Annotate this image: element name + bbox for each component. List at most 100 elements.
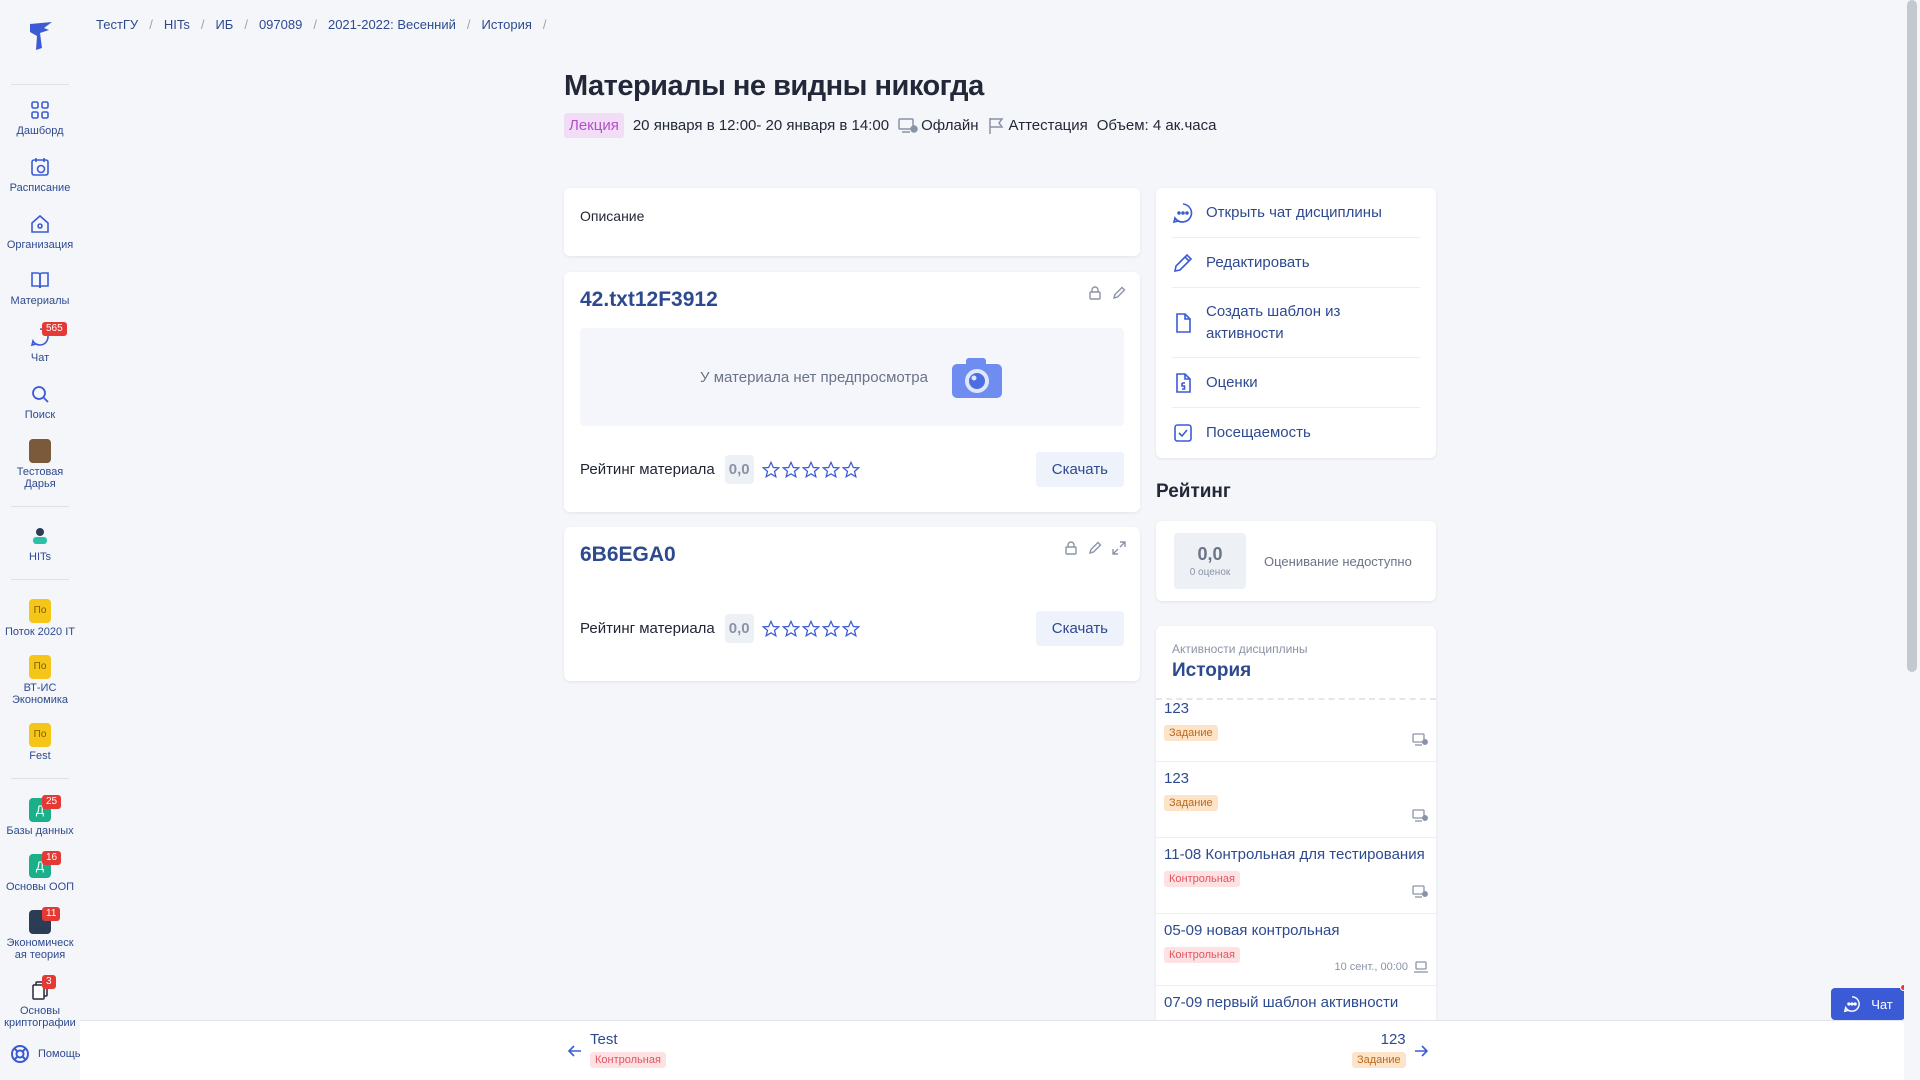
activity-item[interactable]: 05-09 новая контрольная Контрольная 10 с…	[1156, 914, 1436, 986]
star-rating[interactable]	[761, 619, 860, 638]
sidebar-item-group[interactable]: По ВТ-ИС Экономика	[0, 655, 80, 706]
sidebar-item-search[interactable]: Поиск	[0, 383, 80, 421]
activity-name[interactable]: 123	[1164, 700, 1428, 717]
checkbox-icon	[1174, 424, 1192, 442]
sidebar-item-label: Расписание	[9, 182, 71, 194]
rating-value: 0,0	[724, 614, 754, 643]
activity-name[interactable]: 11-08 Контрольная для тестирования	[1164, 838, 1428, 863]
breadcrumb-item[interactable]: 2021-2022: Весенний	[328, 17, 456, 32]
lock-icon[interactable]	[1088, 286, 1102, 305]
grade-file-icon	[1176, 372, 1191, 393]
star-icon[interactable]	[761, 619, 780, 638]
activity-item[interactable]: 123 Задание	[1156, 762, 1436, 838]
camera-icon	[951, 358, 1002, 398]
org-avatar	[29, 525, 51, 547]
activities-title[interactable]: История	[1172, 660, 1420, 682]
expand-icon[interactable]	[1112, 541, 1126, 560]
chat-bubble-icon	[1844, 996, 1861, 1013]
star-icon[interactable]	[801, 460, 820, 479]
logo-icon[interactable]	[22, 18, 58, 54]
group-avatar: По	[29, 599, 51, 623]
sidebar-item-course[interactable]: 3 Основы криптографии	[0, 975, 80, 1029]
breadcrumb-item[interactable]: История	[482, 17, 532, 32]
arrow-right-icon	[1414, 1045, 1428, 1057]
star-icon[interactable]	[821, 619, 840, 638]
star-icon[interactable]	[821, 460, 840, 479]
download-button[interactable]: Скачать	[1035, 611, 1124, 646]
activity-name[interactable]: 05-09 новая контрольная	[1164, 914, 1428, 939]
activity-mode: Офлайн	[921, 117, 979, 134]
edit-button[interactable]: Редактировать	[1172, 238, 1420, 288]
activity-item[interactable]: 123 Задание	[1156, 700, 1436, 762]
sidebar-item-materials[interactable]: Материалы	[0, 269, 80, 307]
sidebar-item-label: Базы данных	[6, 825, 74, 837]
star-icon[interactable]	[841, 460, 860, 479]
prev-activity-kind: Контрольная	[590, 1052, 666, 1068]
breadcrumb-item[interactable]: ИБ	[215, 17, 233, 32]
divider	[11, 579, 69, 580]
rating-label: Рейтинг материала	[580, 620, 715, 637]
material-preview: У материала нет предпросмотра	[580, 328, 1124, 426]
activity-name[interactable]: 07-09 первый шаблон активности	[1164, 986, 1428, 1011]
material-card: 6B6EGA0 Рейтинг материала 0,0 Скачать	[564, 527, 1140, 681]
activity-kind-badge: Задание	[1164, 725, 1218, 741]
schedule-icon	[29, 156, 51, 178]
rating-heading: Рейтинг	[1156, 481, 1231, 502]
prev-activity-name[interactable]: Test	[590, 1031, 666, 1048]
sidebar-item-org[interactable]: HITs	[0, 525, 80, 563]
breadcrumb-item[interactable]: ТестГУ	[96, 17, 138, 32]
sidebar-item-organization[interactable]: Организация	[0, 213, 80, 251]
activity-item[interactable]: 11-08 Контрольная для тестирования Контр…	[1156, 838, 1436, 914]
sidebar-item-schedule[interactable]: Расписание	[0, 156, 80, 194]
activity-kind-badge: Задание	[1164, 795, 1218, 811]
sidebar-item-course[interactable]: 11 Экономическ ая теория	[0, 907, 80, 961]
score-value: 0,0	[1197, 544, 1223, 564]
create-template-button[interactable]: Создать шаблон из активности	[1172, 288, 1420, 358]
sidebar-item-course[interactable]: Д 25 Базы данных	[0, 795, 80, 837]
activity-kind-badge: Контрольная	[1164, 871, 1240, 887]
activity-date: 10 сент., 00:00	[1334, 961, 1409, 973]
next-activity-name[interactable]: 123	[1352, 1031, 1406, 1048]
attendance-button[interactable]: Посещаемость	[1172, 408, 1420, 458]
sidebar-item-profile[interactable]: Тестовая Дарья	[0, 439, 80, 490]
grades-button[interactable]: Оценки	[1172, 358, 1420, 408]
next-activity-link[interactable]: 123 Задание	[1352, 1031, 1428, 1068]
star-icon[interactable]	[761, 460, 780, 479]
scrollbar-thumb[interactable]	[1907, 0, 1917, 672]
sidebar-item-dashboard[interactable]: Дашборд	[0, 99, 80, 137]
sidebar-item-label: Поток 2020 IT	[5, 626, 75, 638]
next-activity-kind: Задание	[1352, 1052, 1406, 1068]
help-button[interactable]: Помощь	[10, 1044, 81, 1064]
chat-badge: 565	[42, 322, 67, 336]
sidebar-item-label: Основы ООП	[5, 881, 75, 893]
preview-empty-text: У материала нет предпросмотра	[700, 368, 928, 386]
star-icon[interactable]	[781, 619, 800, 638]
course-badge: 25	[42, 795, 62, 809]
score-count: 0 оценок	[1189, 567, 1231, 578]
sidebar-item-group[interactable]: По Fest	[0, 723, 80, 762]
sidebar-item-course[interactable]: Д 16 Основы ООП	[0, 851, 80, 893]
breadcrumb-item[interactable]: HITs	[164, 17, 190, 32]
sidebar-item-group[interactable]: По Поток 2020 IT	[0, 599, 80, 638]
activity-name[interactable]: 123	[1164, 762, 1428, 787]
lock-icon[interactable]	[1064, 541, 1078, 560]
star-icon[interactable]	[801, 619, 820, 638]
pencil-icon[interactable]	[1088, 541, 1102, 560]
prev-activity-link[interactable]: Test Контрольная	[568, 1031, 666, 1068]
page-scrollbar[interactable]	[1904, 0, 1920, 1080]
sidebar-item-chat[interactable]: 565 Чат	[0, 322, 80, 364]
download-button[interactable]: Скачать	[1035, 452, 1124, 487]
pencil-icon[interactable]	[1112, 286, 1126, 305]
offline-icon	[1412, 733, 1428, 746]
material-title[interactable]: 6B6EGA0	[580, 543, 1124, 567]
course-badge: 3	[42, 975, 56, 989]
description-card: Описание	[564, 188, 1140, 256]
sidebar-item-label: Экономическ ая теория	[6, 937, 74, 961]
star-icon[interactable]	[781, 460, 800, 479]
chat-float-button[interactable]: Чат	[1831, 988, 1905, 1020]
open-chat-button[interactable]: Открыть чат дисциплины	[1172, 188, 1420, 238]
material-title[interactable]: 42.txt12F3912	[580, 288, 1124, 312]
star-rating[interactable]	[761, 460, 860, 479]
breadcrumb-item[interactable]: 097089	[259, 17, 302, 32]
star-icon[interactable]	[841, 619, 860, 638]
